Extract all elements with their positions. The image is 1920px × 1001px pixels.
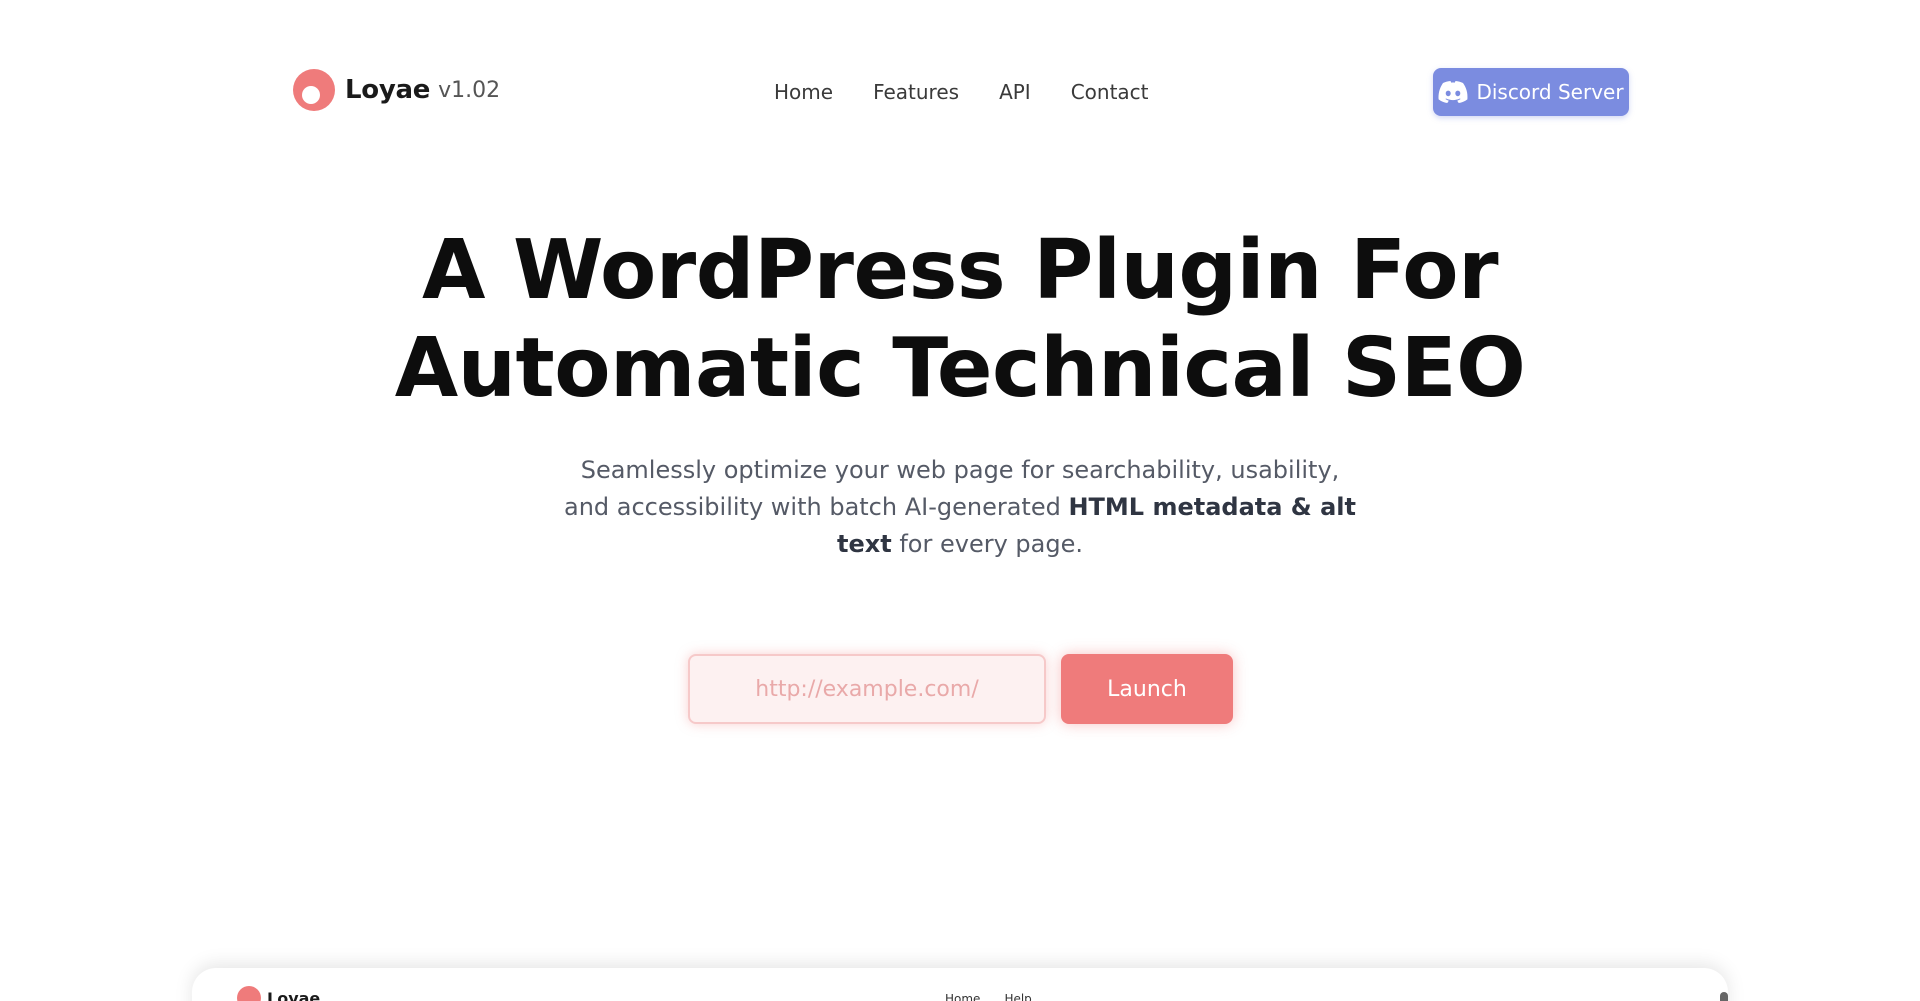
preview-brand: Loyae bbox=[237, 986, 320, 1001]
discord-server-button[interactable]: Discord Server bbox=[1433, 68, 1629, 116]
preview-brand-name: Loyae bbox=[267, 988, 321, 1001]
discord-label: Discord Server bbox=[1476, 80, 1624, 104]
main-nav: Home Features API Contact bbox=[774, 80, 1189, 104]
nav-contact[interactable]: Contact bbox=[1071, 80, 1149, 104]
hero-title-line-2: Automatic Technical SEO bbox=[394, 321, 1526, 416]
brand-name: Loyae bbox=[345, 75, 431, 105]
subtitle-text-2: for every page. bbox=[891, 530, 1083, 558]
nav-features[interactable]: Features bbox=[873, 80, 959, 104]
preview-nav-help: Help bbox=[1004, 992, 1032, 1001]
preview-nav: Home Help bbox=[945, 992, 1056, 1001]
preview-scrollbar bbox=[1720, 992, 1728, 1001]
brand-version: v1.02 bbox=[438, 77, 501, 103]
nav-api[interactable]: API bbox=[999, 80, 1031, 104]
app-preview-card: Loyae Home Help bbox=[192, 968, 1728, 1001]
nav-home[interactable]: Home bbox=[774, 80, 833, 104]
launch-button[interactable]: Launch bbox=[1061, 654, 1233, 724]
site-header: Loyae v1.02 Home Features API Contact Di… bbox=[0, 0, 1920, 185]
hero-subtitle: Seamlessly optimize your web page for se… bbox=[560, 452, 1360, 563]
discord-icon bbox=[1438, 81, 1468, 103]
hero-title: A WordPress Plugin For Automatic Technic… bbox=[0, 222, 1920, 418]
logo-icon bbox=[293, 69, 335, 111]
url-input[interactable] bbox=[688, 654, 1046, 724]
brand[interactable]: Loyae v1.02 bbox=[293, 69, 500, 111]
preview-nav-home: Home bbox=[945, 992, 981, 1001]
preview-logo-icon bbox=[237, 986, 261, 1001]
hero-title-line-1: A WordPress Plugin For bbox=[421, 223, 1499, 318]
